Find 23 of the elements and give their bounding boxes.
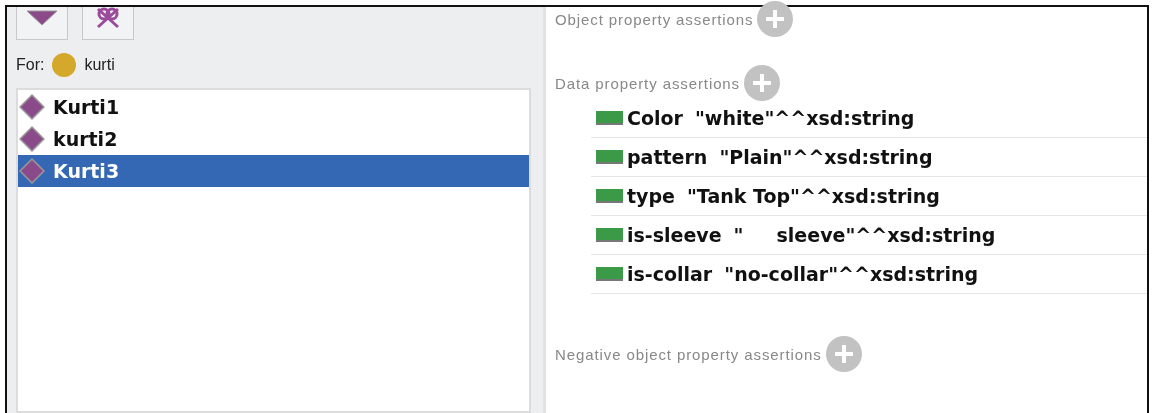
assertion-row[interactable]: Color "white"^^xsd:string [591, 99, 1147, 138]
section-title: Negative object property assertions [555, 345, 822, 363]
property-name: type [627, 185, 675, 207]
section-title: Data property assertions [555, 74, 740, 92]
property-value: "white"^^xsd:string [694, 107, 915, 129]
assertion-row[interactable]: is-collar "no-collar"^^xsd:string [591, 255, 1147, 294]
property-name: Color [627, 107, 683, 129]
property-name: is-collar [627, 263, 713, 285]
individual-item[interactable]: Kurti1 [18, 91, 529, 123]
class-name: kurti [84, 56, 115, 74]
assertion-row[interactable]: pattern "Plain"^^xsd:string [591, 138, 1147, 177]
section-title: Object property assertions [555, 10, 754, 28]
property-value: " sleeve"^^xsd:string [733, 224, 996, 246]
property-value: "Tank Top"^^xsd:string [686, 185, 940, 207]
assertion-row[interactable]: is-sleeve " sleeve"^^xsd:string [591, 216, 1147, 255]
individual-item[interactable]: kurti2 [18, 123, 529, 155]
property-name: pattern [627, 146, 708, 168]
for-label: For: [16, 56, 45, 74]
property-name: is-sleeve [627, 224, 722, 246]
assertion-row[interactable]: type "Tank Top"^^xsd:string [591, 177, 1147, 216]
property-value: "no-collar"^^xsd:string [724, 263, 979, 285]
property-value: "Plain"^^xsd:string [719, 146, 933, 168]
individual-item[interactable]: Kurti3 [18, 155, 529, 187]
